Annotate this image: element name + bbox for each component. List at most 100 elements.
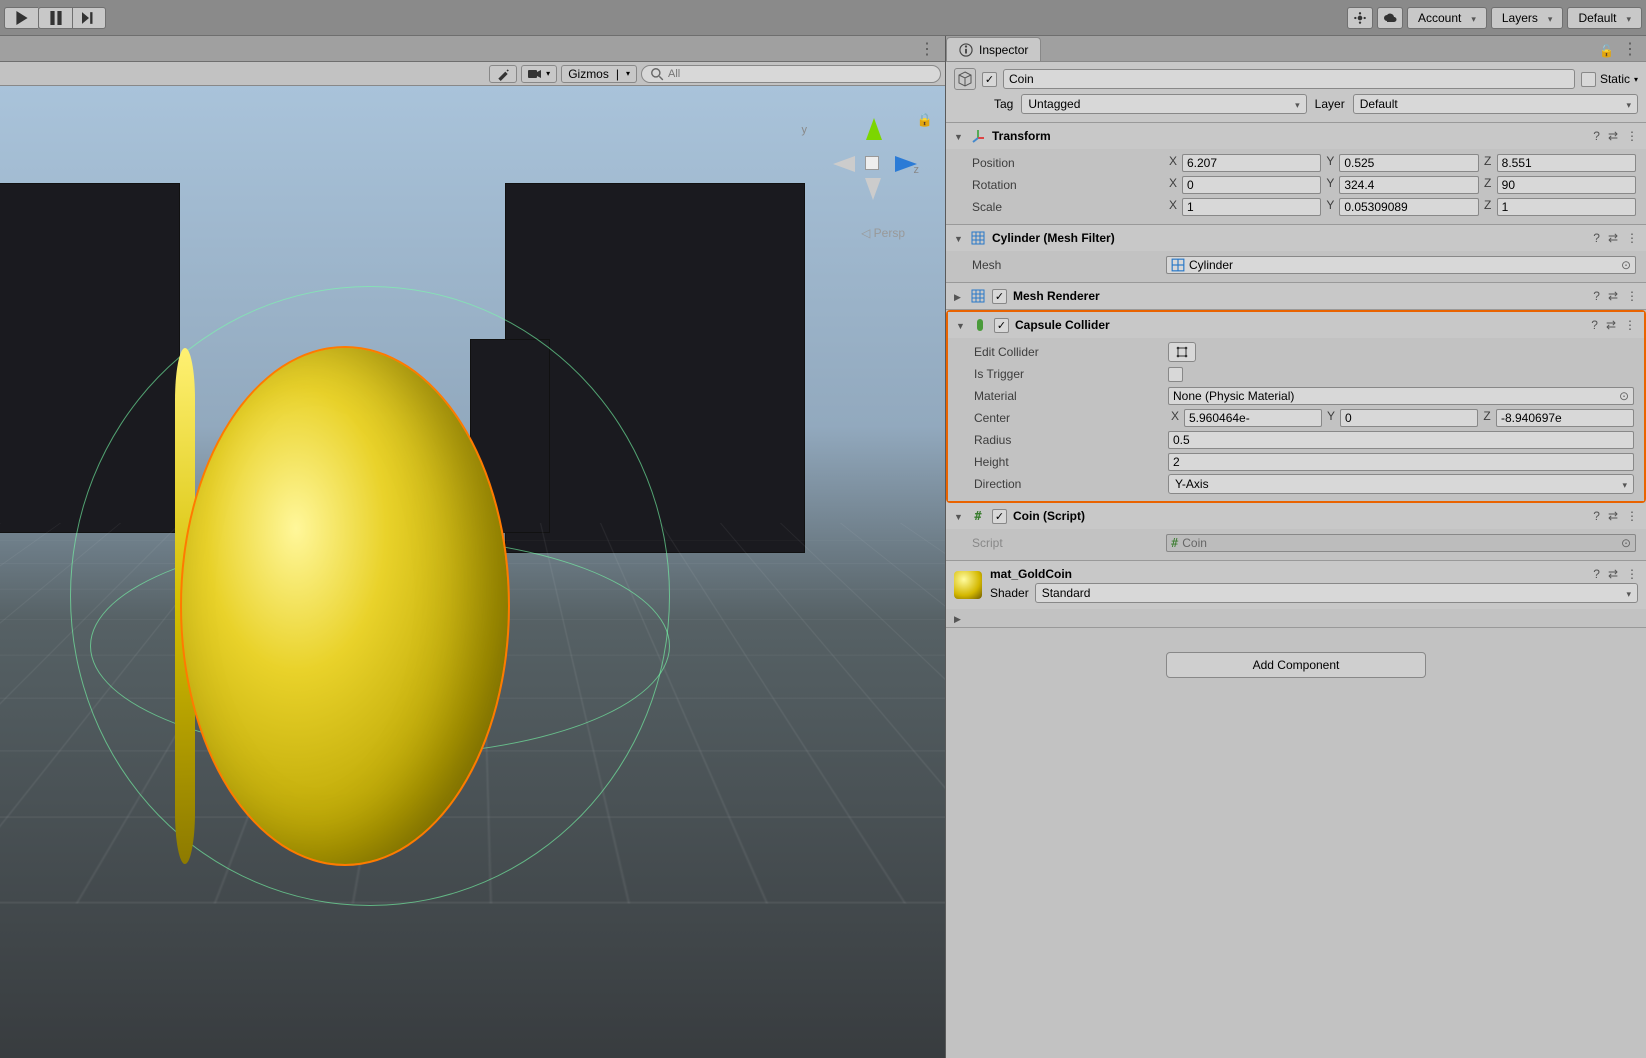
gizmo-down-cone[interactable] [865, 178, 881, 200]
menu-icon[interactable]: ⋮ [1626, 509, 1638, 523]
coin-mesh[interactable] [180, 346, 510, 866]
component-enabled-checkbox[interactable] [994, 318, 1009, 333]
collab-icon-button[interactable] [1347, 7, 1373, 29]
help-icon[interactable]: ? [1593, 231, 1600, 245]
fold-icon[interactable] [954, 509, 964, 523]
gameobject-name-input[interactable] [1003, 69, 1575, 89]
lock-icon[interactable]: 🔒 [917, 112, 933, 128]
direction-label: Direction [974, 477, 1164, 491]
scene-camera-button[interactable]: ▾ [521, 65, 557, 83]
help-icon[interactable]: ? [1593, 289, 1600, 303]
scene-viewport[interactable]: y z 🔒 ◁ Persp [0, 86, 945, 1058]
fold-icon[interactable] [956, 318, 966, 332]
gameobject-icon[interactable] [954, 68, 976, 90]
account-dropdown[interactable]: Account [1407, 7, 1487, 29]
step-button[interactable] [72, 7, 106, 29]
scale-z[interactable]: 1 [1497, 198, 1636, 216]
fold-icon[interactable] [954, 129, 964, 143]
height-input[interactable]: 2 [1168, 453, 1634, 471]
menu-icon[interactable]: ⋮ [1626, 129, 1638, 143]
help-icon[interactable]: ? [1591, 318, 1598, 332]
preset-icon[interactable]: ⇄ [1608, 289, 1618, 303]
gizmo-x-cone[interactable] [833, 156, 855, 172]
rotation-y[interactable]: 324.4 [1339, 176, 1478, 194]
script-file-icon: # [1171, 536, 1178, 550]
edit-collider-button[interactable] [1168, 342, 1196, 362]
center-x[interactable]: 5.960464e- [1184, 409, 1322, 427]
projection-label[interactable]: ◁ Persp [861, 226, 905, 240]
tab-label: Inspector [979, 43, 1028, 57]
inspector-lock-icon[interactable]: 🔓 [1599, 44, 1622, 61]
center-y[interactable]: 0 [1340, 409, 1478, 427]
scene-search[interactable] [641, 65, 941, 83]
component-enabled-checkbox[interactable] [992, 509, 1007, 524]
scene-tools-button[interactable] [489, 65, 517, 83]
preset-icon[interactable]: ⇄ [1608, 567, 1618, 581]
inspector-menu-icon[interactable]: ⋮ [1622, 39, 1646, 61]
menu-icon[interactable]: ⋮ [1626, 567, 1638, 581]
static-toggle[interactable]: Static▾ [1581, 72, 1638, 87]
layer-dropdown[interactable]: Default [1353, 94, 1638, 114]
object-picker-icon[interactable]: ⊙ [1619, 389, 1629, 403]
component-header[interactable]: Transform ?⇄⋮ [946, 123, 1646, 149]
material-header[interactable]: mat_GoldCoin ?⇄⋮ Shader Standard [946, 561, 1646, 609]
component-header[interactable]: Cylinder (Mesh Filter) ?⇄⋮ [946, 225, 1646, 251]
fold-icon[interactable] [954, 289, 964, 303]
add-component-button[interactable]: Add Component [1166, 652, 1426, 678]
scene-search-input[interactable] [668, 68, 932, 80]
preset-icon[interactable]: ⇄ [1608, 129, 1618, 143]
mesh-label: Mesh [972, 258, 1162, 272]
scene-pane-header: ⋮ [0, 36, 945, 62]
help-icon[interactable]: ? [1593, 567, 1600, 581]
is-trigger-checkbox[interactable] [1168, 367, 1183, 382]
direction-dropdown[interactable]: Y-Axis [1168, 474, 1634, 494]
tab-inspector[interactable]: Inspector [946, 37, 1041, 61]
radius-input[interactable]: 0.5 [1168, 431, 1634, 449]
gizmos-dropdown[interactable]: Gizmos|▾ [561, 65, 637, 83]
physic-material-field[interactable]: None (Physic Material)⊙ [1168, 387, 1634, 405]
preset-icon[interactable]: ⇄ [1608, 509, 1618, 523]
gameobject-active-checkbox[interactable] [982, 72, 997, 87]
preset-icon[interactable]: ⇄ [1608, 231, 1618, 245]
radius-label: Radius [974, 433, 1164, 447]
preset-icon[interactable]: ⇄ [1606, 318, 1616, 332]
rotation-x[interactable]: 0 [1182, 176, 1321, 194]
tag-dropdown[interactable]: Untagged [1021, 94, 1306, 114]
position-x[interactable]: 6.207 [1182, 154, 1321, 172]
menu-icon[interactable]: ⋮ [1624, 318, 1636, 332]
play-button[interactable] [4, 7, 38, 29]
component-header[interactable]: Capsule Collider ?⇄⋮ [948, 312, 1644, 338]
material-preview-icon[interactable] [954, 571, 982, 599]
object-picker-icon[interactable]: ⊙ [1621, 536, 1631, 550]
help-icon[interactable]: ? [1593, 509, 1600, 523]
pause-button[interactable] [38, 7, 72, 29]
component-header[interactable]: Mesh Renderer ?⇄⋮ [946, 283, 1646, 309]
position-z[interactable]: 8.551 [1497, 154, 1636, 172]
fold-icon[interactable] [954, 231, 964, 245]
object-picker-icon[interactable]: ⊙ [1621, 258, 1631, 272]
cloud-icon-button[interactable] [1377, 7, 1403, 29]
is-trigger-label: Is Trigger [974, 367, 1164, 381]
layers-dropdown[interactable]: Layers [1491, 7, 1564, 29]
orientation-gizmo[interactable] [825, 116, 915, 206]
component-header[interactable]: # Coin (Script) ?⇄⋮ [946, 503, 1646, 529]
scale-y[interactable]: 0.05309089 [1339, 198, 1478, 216]
position-y[interactable]: 0.525 [1339, 154, 1478, 172]
gizmo-z-cone[interactable] [895, 156, 917, 172]
inspector-tabstrip: Inspector 🔓 ⋮ [946, 36, 1646, 62]
help-icon[interactable]: ? [1593, 129, 1600, 143]
inspector-body: Static▾ Tag Untagged Layer Default Trans… [946, 62, 1646, 1058]
layout-dropdown[interactable]: Default [1567, 7, 1642, 29]
menu-icon[interactable]: ⋮ [1626, 289, 1638, 303]
shader-dropdown[interactable]: Standard [1035, 583, 1638, 603]
gizmo-center[interactable] [865, 156, 879, 170]
scale-x[interactable]: 1 [1182, 198, 1321, 216]
scene-pane-menu-icon[interactable]: ⋮ [913, 39, 941, 59]
mesh-object-field[interactable]: Cylinder⊙ [1166, 256, 1636, 274]
gizmo-y-cone[interactable] [866, 118, 882, 140]
rotation-z[interactable]: 90 [1497, 176, 1636, 194]
component-enabled-checkbox[interactable] [992, 289, 1007, 304]
center-z[interactable]: -8.940697e [1496, 409, 1634, 427]
menu-icon[interactable]: ⋮ [1626, 231, 1638, 245]
material-fold-icon[interactable]: ▶ [954, 614, 961, 624]
